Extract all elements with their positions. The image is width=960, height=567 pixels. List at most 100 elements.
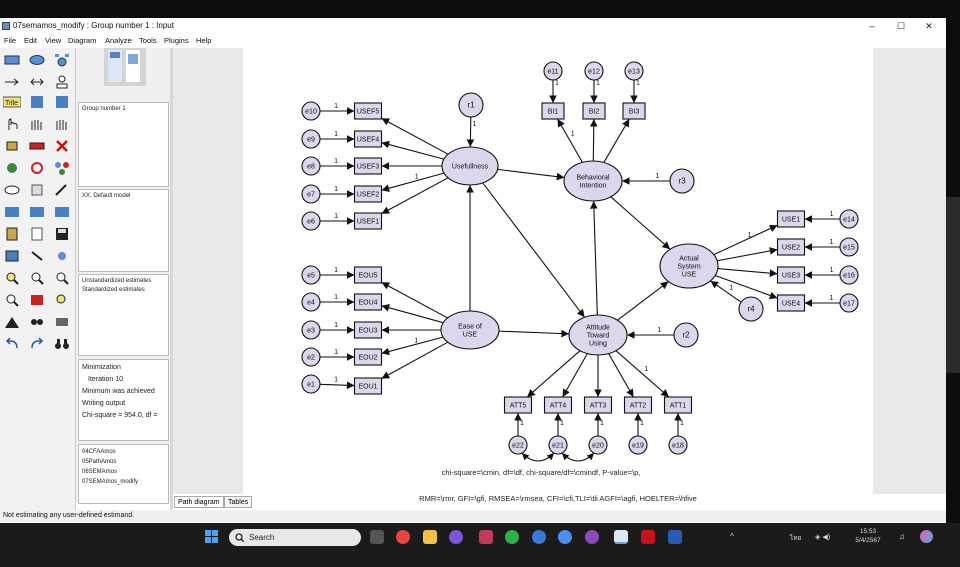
select-one-tool[interactable] <box>3 116 21 132</box>
path-arrow[interactable] <box>717 267 778 277</box>
select-all-tool[interactable] <box>28 116 46 132</box>
path-arrow[interactable] <box>608 353 634 398</box>
path-arrow[interactable] <box>381 341 449 380</box>
minimize-button[interactable]: – <box>859 18 885 34</box>
path-arrow[interactable] <box>381 140 445 160</box>
estimates-list[interactable]: Unstandardized estimates Standardized es… <box>78 274 169 356</box>
zoom-in-tool[interactable] <box>28 270 46 286</box>
app-icon-purple[interactable] <box>585 530 599 544</box>
covariance-arrow[interactable] <box>561 452 595 462</box>
zoom-out-tool[interactable] <box>53 270 71 286</box>
line-icon[interactable] <box>505 530 519 544</box>
maximize-button[interactable]: ☐ <box>888 18 914 34</box>
redo-icon[interactable] <box>28 336 46 352</box>
path-arrow[interactable] <box>381 336 444 356</box>
outer-scrollbar[interactable] <box>946 197 960 373</box>
drawing-area[interactable]: 1 1 1 1 1 1 1 1 1 1 1 1 1 1 1 1 1 1 1 1 1 1 1 1 1 1 1 1 1 1 1 Usefulln… <box>173 48 946 494</box>
files-list[interactable]: 04CFAAmos 05PathAmos 06SEMAmos 07SEMAmos… <box>78 444 169 504</box>
path-arrow[interactable] <box>381 281 448 319</box>
standardized-estimates-option[interactable]: Standardized estimates <box>82 286 165 295</box>
move-tool[interactable] <box>28 138 46 154</box>
clock[interactable]: 15:53 5/4/2567 <box>850 527 886 545</box>
diagram-page[interactable]: 1 1 1 1 1 1 1 1 1 1 1 1 1 1 1 1 1 1 1 1 1 1 1 1 1 1 1 1 1 1 1 Usefulln… <box>243 48 873 494</box>
menu-help[interactable]: Help <box>196 34 211 47</box>
close-button[interactable]: ✕ <box>916 18 942 34</box>
tray-chevron-icon[interactable]: ^ <box>730 532 734 541</box>
unstandardized-estimates-option[interactable]: Unstandardized estimates <box>82 277 165 286</box>
group-item[interactable]: Group number 1 <box>82 105 165 114</box>
analysis-properties-tool[interactable] <box>28 204 46 220</box>
acrobat-icon[interactable] <box>641 530 655 544</box>
path-arrow[interactable] <box>717 247 778 262</box>
menu-view[interactable]: View <box>45 34 61 47</box>
erase-tool[interactable] <box>53 138 71 154</box>
magnifier-tool[interactable] <box>53 292 71 308</box>
drag-properties-tool[interactable] <box>28 248 46 264</box>
path-arrow[interactable] <box>562 353 588 398</box>
menu-tools[interactable]: Tools <box>139 34 157 47</box>
draw-latent-tool[interactable] <box>28 52 46 68</box>
rotate-tool[interactable] <box>28 160 46 176</box>
copy-tool[interactable] <box>3 138 21 154</box>
file-explorer-icon[interactable] <box>423 530 437 544</box>
path-arrow[interactable] <box>381 177 449 215</box>
fit-to-page-tool[interactable] <box>28 292 46 308</box>
file-item[interactable]: 07SEMAmos_modify <box>82 477 165 487</box>
view-text-tool[interactable] <box>28 226 46 242</box>
specification-search-tool[interactable] <box>28 314 46 330</box>
edge-icon[interactable] <box>532 530 546 544</box>
clipboard-tool[interactable] <box>3 226 21 242</box>
menu-diagram[interactable]: Diagram <box>68 34 96 47</box>
calculate-estimates-tool[interactable] <box>53 204 71 220</box>
models-list[interactable]: XX: Default model <box>78 189 169 272</box>
path-arrow[interactable] <box>319 381 355 390</box>
taskbar-search[interactable]: Search <box>229 529 361 546</box>
binoculars-icon[interactable] <box>53 336 71 352</box>
model-item[interactable]: XX: Default model <box>82 192 165 201</box>
title-tool[interactable]: Title <box>3 94 21 110</box>
path-arrow[interactable] <box>497 168 565 181</box>
path-arrow[interactable] <box>381 172 445 192</box>
model-thumbnail[interactable] <box>104 48 146 86</box>
view-page-tool[interactable] <box>3 292 21 308</box>
media-icon[interactable] <box>449 530 463 544</box>
draw-indicator-tool[interactable] <box>53 52 71 68</box>
notification-bell-icon[interactable]: ♫ <box>899 532 905 541</box>
path-arrow[interactable] <box>526 350 581 398</box>
path-arrow[interactable] <box>557 118 583 163</box>
file-item[interactable]: 04CFAAmos <box>82 447 165 457</box>
windows-start-icon[interactable] <box>205 530 219 544</box>
menu-edit[interactable]: Edit <box>24 34 37 47</box>
path-arrow[interactable] <box>482 182 586 318</box>
shape-change-tool[interactable] <box>3 160 21 176</box>
move-params-tool[interactable] <box>3 182 21 198</box>
path-arrow[interactable] <box>713 224 778 256</box>
covariance-arrow[interactable] <box>521 452 555 462</box>
copilot-icon[interactable] <box>920 530 933 543</box>
app-icon-red[interactable] <box>479 530 493 544</box>
touch-up-tool[interactable] <box>53 182 71 198</box>
file-item[interactable]: 05PathAmos <box>82 457 165 467</box>
save-tool[interactable] <box>53 226 71 242</box>
path-arrow[interactable] <box>710 280 742 303</box>
language-indicator[interactable]: ไทย <box>790 533 801 543</box>
path-arrow[interactable] <box>381 304 444 324</box>
scroll-tool[interactable] <box>28 182 46 198</box>
tab-tables[interactable]: Tables <box>224 496 253 508</box>
word-icon[interactable] <box>668 530 682 544</box>
file-item[interactable]: 06SEMAmos <box>82 467 165 477</box>
tab-path-diagram[interactable]: Path diagram <box>174 496 224 508</box>
draw-path-tool[interactable] <box>3 74 21 90</box>
path-arrow[interactable] <box>610 196 671 250</box>
menu-analyze[interactable]: Analyze <box>105 34 132 47</box>
list-variables-tool[interactable] <box>28 94 46 110</box>
data-files-tool[interactable] <box>3 204 21 220</box>
task-view-icon[interactable] <box>370 530 384 544</box>
preserve-symmetries-tool[interactable] <box>53 248 71 264</box>
draw-covariance-tool[interactable] <box>28 74 46 90</box>
list-data-tool[interactable] <box>53 94 71 110</box>
path-arrow[interactable] <box>381 117 449 155</box>
draw-observed-tool[interactable] <box>3 52 21 68</box>
amos-taskbar-icon[interactable] <box>614 530 628 544</box>
network-volume-icon[interactable]: ◈ ◀) <box>815 533 843 541</box>
